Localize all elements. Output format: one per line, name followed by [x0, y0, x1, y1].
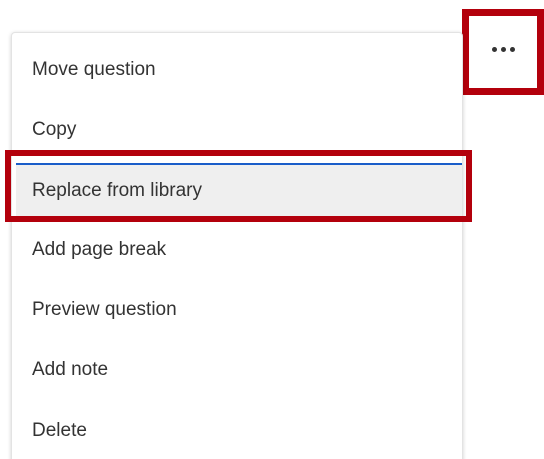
menu-item-label: Add note	[32, 359, 109, 380]
menu-item-preview-question[interactable]: Preview question	[12, 283, 462, 337]
menu-item-add-page-break[interactable]: Add page break	[12, 223, 462, 277]
menu-item-replace-from-library[interactable]: Replace from library	[16, 163, 462, 217]
menu-item-add-note[interactable]: Add note	[12, 343, 462, 397]
menu-item-copy[interactable]: Copy	[12, 103, 462, 157]
menu-item-label: Move question	[32, 59, 156, 80]
more-options-button[interactable]	[462, 9, 544, 95]
menu-item-label: Delete	[32, 420, 87, 441]
menu-item-label: Copy	[32, 119, 77, 140]
more-horizontal-icon	[491, 46, 515, 52]
menu-item-label: Add page break	[32, 239, 167, 260]
menu-item-move-question[interactable]: Move question	[12, 43, 462, 97]
menu-item-label: Preview question	[32, 299, 177, 320]
menu-item-label: Replace from library	[32, 180, 202, 201]
question-actions-menu: Move question Copy Replace from library …	[11, 32, 463, 459]
menu-item-delete[interactable]: Delete	[12, 404, 462, 458]
